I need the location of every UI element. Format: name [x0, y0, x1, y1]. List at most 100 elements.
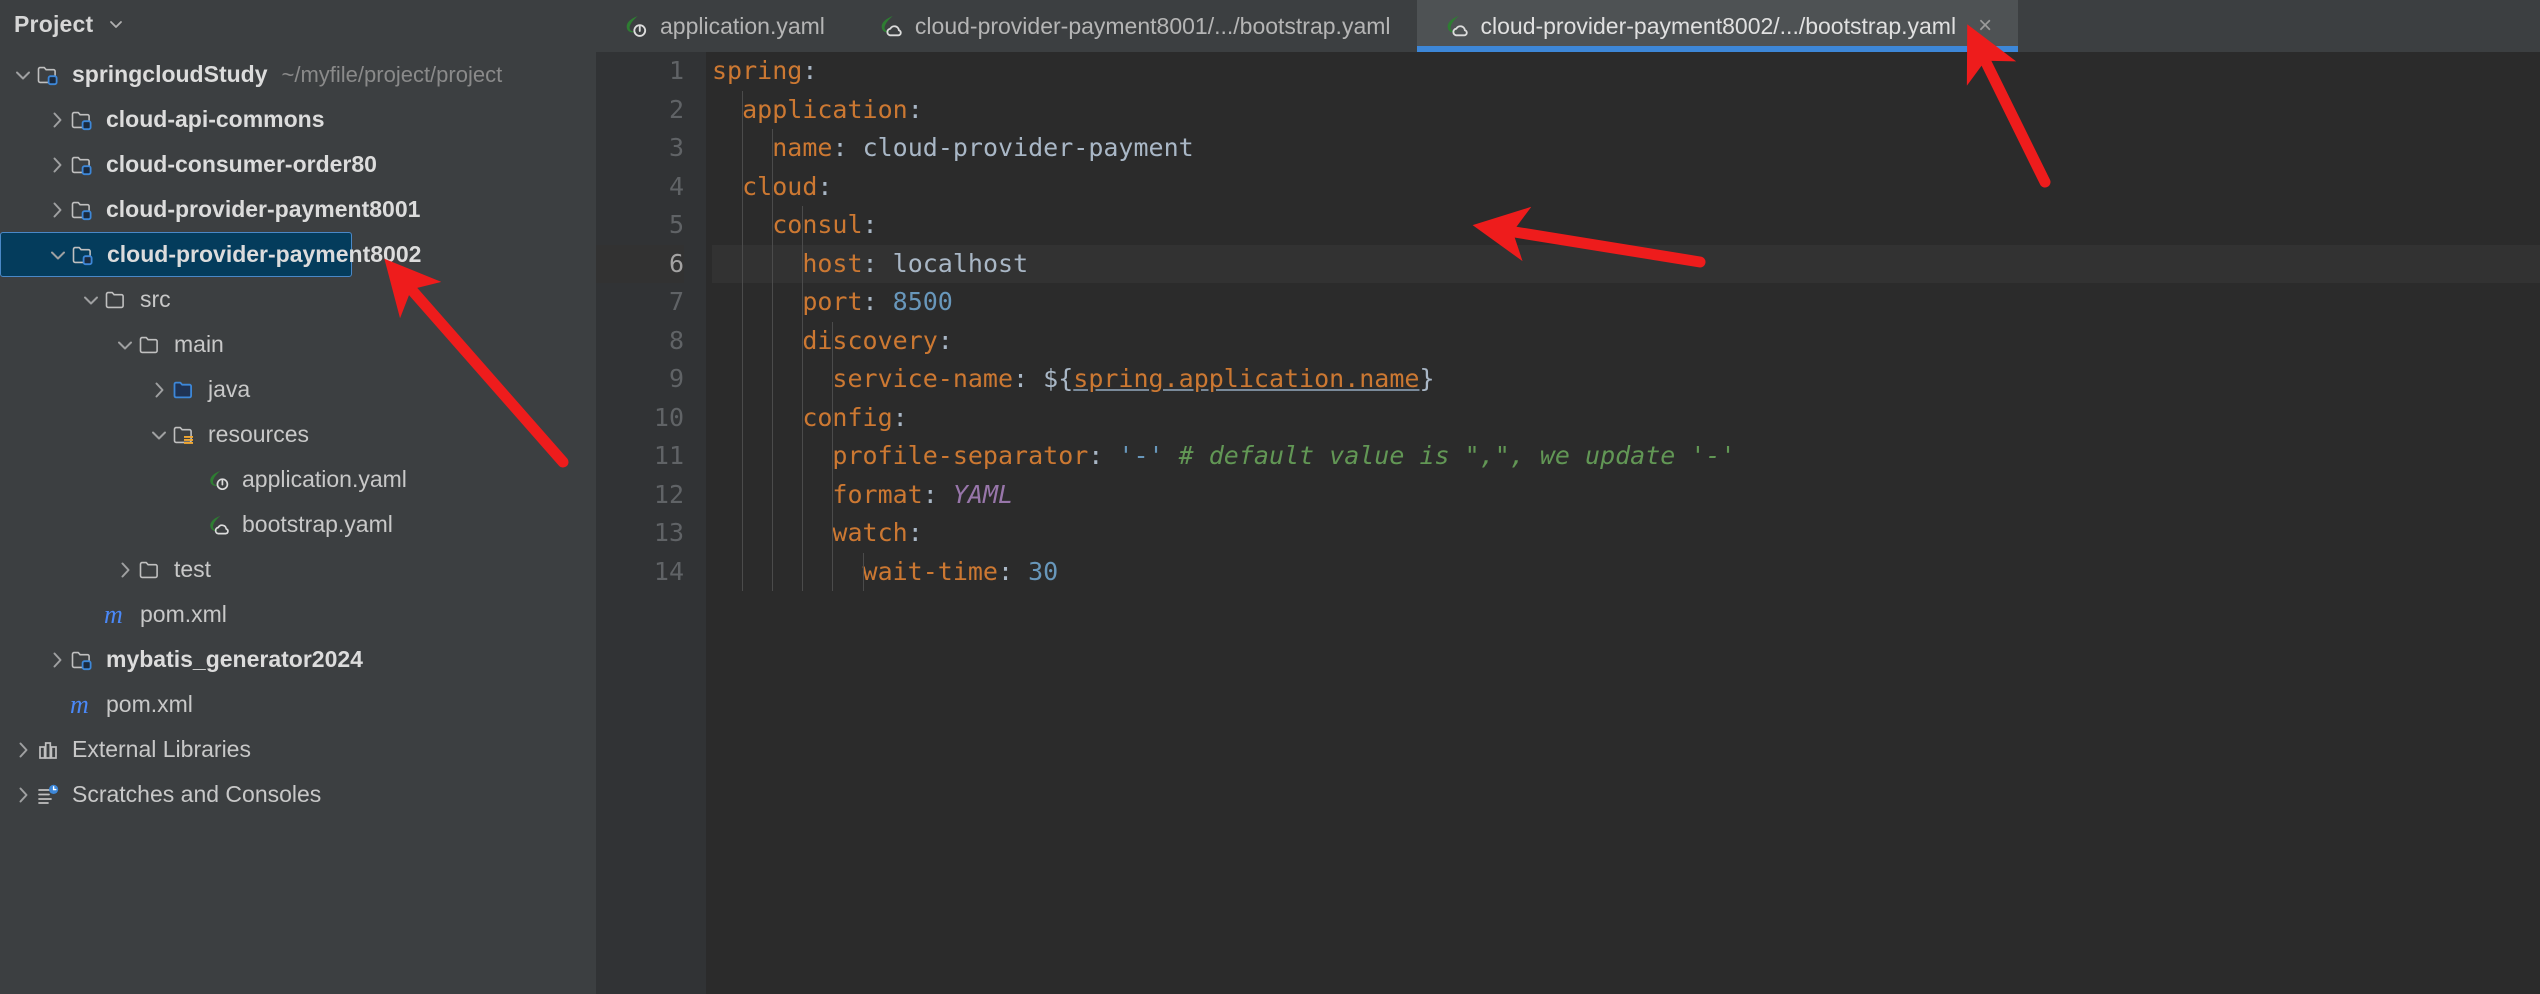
chevron-right-icon[interactable] — [44, 107, 70, 133]
tree-node-external-libraries[interactable]: External Libraries — [0, 727, 596, 772]
indent-guide — [832, 321, 834, 591]
yaml-key: wait-time — [862, 556, 998, 586]
line-number-3: 3 — [668, 133, 684, 162]
editor-code-content[interactable]: spring: application: name: cloud-provide… — [706, 52, 2540, 994]
chevron-down-icon[interactable] — [45, 242, 71, 268]
tree-node-label: cloud-provider-payment8001 — [106, 196, 421, 222]
chevron-right-icon[interactable] — [44, 647, 70, 673]
chevron-down-icon[interactable] — [107, 15, 125, 33]
line-number-8: 8 — [668, 325, 684, 355]
editor-tab-1[interactable]: application.yaml — [596, 0, 851, 52]
spring-cloud-yaml-icon — [877, 13, 903, 39]
chevron-down-icon[interactable] — [112, 332, 138, 358]
chevron-right-icon[interactable] — [10, 782, 36, 808]
module-folder-icon — [71, 242, 105, 268]
close-icon[interactable]: × — [1978, 14, 1992, 38]
editor-area: application.yaml cloud-provider-payment80… — [596, 0, 2540, 994]
code-line-2[interactable]: application: — [712, 91, 2540, 130]
code-line-7[interactable]: port: 8500 — [712, 283, 2540, 322]
yaml-colon: : — [922, 479, 938, 509]
yaml-placeholder-reference[interactable]: spring.application.name — [1073, 364, 1419, 393]
tree-node-cloud-provider-payment8001[interactable]: cloud-provider-payment8001 — [0, 187, 596, 232]
project-tree[interactable]: springcloudStudy ~/myfile/project/project… — [0, 48, 596, 817]
yaml-quoted-value: '-' — [1118, 441, 1164, 470]
yaml-colon: : — [862, 248, 878, 278]
tree-node-src[interactable]: src — [0, 277, 596, 322]
tree-node-spacer — [180, 467, 206, 493]
tree-node-cloud-api-commons[interactable]: cloud-api-commons — [0, 97, 596, 142]
editor-tab-bar[interactable]: application.yaml cloud-provider-payment80… — [596, 0, 2540, 52]
yaml-key: config — [802, 402, 893, 432]
tree-node-label: application.yaml — [242, 466, 407, 492]
chevron-right-icon[interactable] — [112, 557, 138, 583]
code-line-6[interactable]: host: localhost — [712, 244, 2540, 283]
line-number-12: 12 — [653, 479, 684, 509]
tree-node-label: java — [208, 376, 251, 402]
tree-node-resources[interactable]: resources — [0, 412, 596, 457]
tree-node-test[interactable]: test — [0, 547, 596, 592]
yaml-key: application — [742, 94, 908, 124]
chevron-down-icon[interactable] — [146, 422, 172, 448]
yaml-placeholder-open: ${ — [1043, 364, 1074, 393]
yaml-colon: : — [862, 210, 878, 239]
line-number-14: 14 — [653, 556, 684, 586]
code-editor[interactable]: 1 2 3 4 5 6 7 8 9 10 11 12 13 14 spring: application:… — [596, 52, 2540, 994]
code-line-14[interactable]: wait-time: 30 — [712, 553, 2540, 592]
tree-node-java[interactable]: java — [0, 367, 596, 412]
code-line-4[interactable]: cloud: — [712, 168, 2540, 207]
tree-node-label: bootstrap.yaml — [242, 511, 393, 537]
tree-node-spacer — [78, 602, 104, 628]
spring-boot-yaml-icon — [206, 467, 240, 493]
folder-icon — [138, 332, 172, 358]
tree-node-cloud-provider-payment8002[interactable]: cloud-provider-payment8002 — [0, 232, 421, 277]
editor-tab-3[interactable]: cloud-provider-payment8002/.../bootstrap… — [1416, 0, 2019, 52]
tree-node-mybatis-generator2024[interactable]: mybatis_generator2024 — [0, 637, 596, 682]
ide-window: Project springcloudStudy ~/myfile/project… — [0, 0, 2540, 994]
yaml-colon: : — [1013, 364, 1029, 393]
code-line-8[interactable]: discovery: — [712, 322, 2540, 361]
yaml-colon: : — [832, 133, 848, 162]
chevron-right-icon[interactable] — [10, 737, 36, 763]
code-line-9[interactable]: service-name: ${spring.application.name} — [712, 360, 2540, 399]
line-number-13: 13 — [653, 518, 684, 547]
yaml-colon: : — [907, 94, 923, 124]
yaml-key: watch — [832, 518, 908, 547]
line-number-11: 11 — [653, 441, 684, 470]
code-line-11[interactable]: profile-separator: '-' # default value i… — [712, 437, 2540, 476]
chevron-right-icon[interactable] — [44, 152, 70, 178]
tree-node-main[interactable]: main — [0, 322, 596, 367]
code-line-12[interactable]: format: YAML — [712, 476, 2540, 515]
tree-node-pom-xml[interactable]: m pom.xml — [0, 592, 596, 637]
yaml-colon: : — [937, 325, 953, 355]
resources-folder-icon — [172, 422, 206, 448]
yaml-value: localhost — [892, 248, 1029, 278]
chevron-right-icon[interactable] — [44, 197, 70, 223]
tree-node-scratches-and-consoles[interactable]: Scratches and Consoles — [0, 772, 596, 817]
code-line-1[interactable]: spring: — [712, 52, 2540, 91]
tree-node-cloud-consumer-order80[interactable]: cloud-consumer-order80 — [0, 142, 596, 187]
code-line-13[interactable]: watch: — [712, 514, 2540, 553]
chevron-down-icon[interactable] — [10, 62, 36, 88]
line-number-7: 7 — [668, 287, 684, 316]
code-line-10[interactable]: config: — [712, 399, 2540, 438]
tree-node-application-yaml[interactable]: application.yaml — [0, 457, 596, 502]
editor-line-number-gutter: 1 2 3 4 5 6 7 8 9 10 11 12 13 14 — [596, 52, 706, 994]
maven-pom-icon: m — [104, 599, 123, 629]
yaml-colon: : — [892, 402, 908, 432]
spring-cloud-yaml-icon — [206, 512, 240, 538]
tree-node-label: cloud-consumer-order80 — [106, 151, 377, 177]
yaml-colon: : — [997, 556, 1014, 586]
code-line-5[interactable]: consul: — [712, 206, 2540, 245]
yaml-key: spring — [712, 56, 803, 85]
tree-node-label: mybatis_generator2024 — [106, 646, 363, 672]
chevron-right-icon[interactable] — [146, 377, 172, 403]
editor-tab-2[interactable]: cloud-provider-payment8001/.../bootstrap… — [851, 0, 1417, 52]
yaml-key: format — [832, 479, 923, 509]
code-line-3[interactable]: name: cloud-provider-payment — [712, 129, 2540, 168]
tree-node-pom-xml[interactable]: m pom.xml — [0, 682, 596, 727]
chevron-down-icon[interactable] — [78, 287, 104, 313]
line-number-1: 1 — [668, 56, 684, 85]
tree-node-springcloudstudy[interactable]: springcloudStudy ~/myfile/project/project — [0, 52, 596, 97]
tree-node-bootstrap-yaml[interactable]: bootstrap.yaml — [0, 502, 596, 547]
editor-tab-label: cloud-provider-payment8002/.../bootstrap… — [1480, 12, 1957, 39]
